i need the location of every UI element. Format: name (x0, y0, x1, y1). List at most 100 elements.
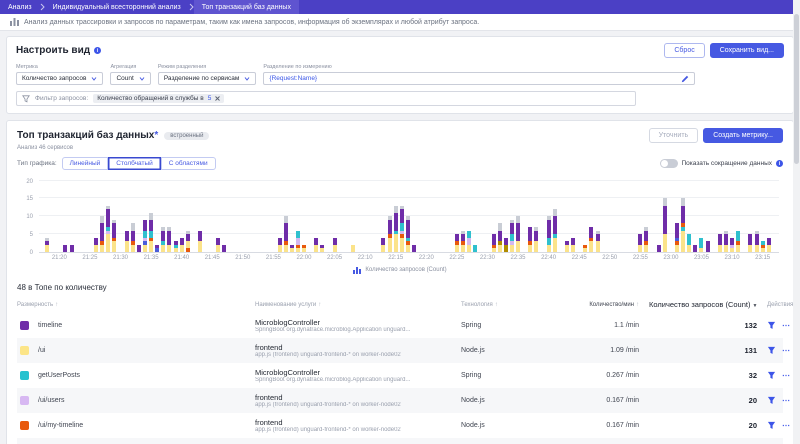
bar-segment (186, 248, 190, 252)
more-actions-icon[interactable]: ⋯ (782, 396, 791, 405)
bar-segment (149, 238, 153, 242)
metric-field: Метрика Количество запросов (16, 64, 103, 85)
bar-segment (106, 231, 110, 235)
bar-segment (388, 220, 392, 234)
bar-segment (547, 238, 551, 245)
bar-segment (473, 245, 477, 252)
bar-segment (333, 238, 337, 245)
gridline (39, 180, 779, 181)
mini-chart-icon (353, 266, 361, 274)
filter-icon[interactable] (767, 321, 776, 330)
dimension-color-swatch (20, 321, 29, 330)
more-actions-icon[interactable]: ⋯ (782, 371, 791, 380)
scrollbar-thumb[interactable] (794, 14, 799, 164)
bar-segment (755, 231, 759, 235)
service-name: MicroblogController (255, 368, 461, 377)
bar-segment (724, 245, 728, 252)
dimension-name: /ui/my-timeline (38, 422, 83, 429)
close-icon[interactable] (215, 96, 220, 101)
aggregation-select[interactable]: Count (110, 72, 150, 85)
chart-type-bar-button[interactable]: Столбчатый (108, 157, 161, 170)
reset-button[interactable]: Сброс (664, 43, 704, 58)
y-tick-label: 5 (30, 232, 33, 238)
chart-type-line-button[interactable]: Линейный (62, 157, 109, 170)
bar-segment (644, 241, 648, 245)
page-scrollbar[interactable] (793, 0, 800, 444)
bar-segment (161, 227, 165, 231)
bar-segment (143, 238, 147, 242)
more-actions-icon[interactable]: ⋯ (782, 321, 791, 330)
table-row[interactable]: /ui frontendapp.js (frontend) unguard-fr… (17, 338, 783, 363)
table-row[interactable]: getUserPosts MicroblogControllerSpringBo… (17, 363, 783, 388)
request-filter-bar[interactable]: Фильтр запросов: Количество обращений в … (16, 91, 636, 106)
metric-select[interactable]: Количество запросов (16, 72, 103, 85)
filter-icon[interactable] (767, 396, 776, 405)
save-view-button[interactable]: Сохранить вид... (710, 43, 784, 58)
col-count[interactable]: Количество запросов (Count)▼ (649, 300, 767, 309)
pencil-icon[interactable] (681, 75, 689, 83)
breadcrumb-item-multidimensional-analysis[interactable]: Индивидуальный всесторонний анализ (45, 0, 189, 14)
filter-icon[interactable] (767, 346, 776, 355)
filter-icon[interactable] (767, 421, 776, 430)
bar-segment (143, 245, 147, 252)
table-row[interactable]: /ui/my-timeline frontendapp.js (frontend… (17, 413, 783, 438)
table-row[interactable]: timeline MicroblogControllerSpringBoot o… (17, 313, 783, 338)
y-tick-label: 15 (26, 196, 33, 202)
bar-segment (528, 245, 532, 252)
bar-segment (687, 234, 691, 245)
info-icon[interactable]: i (776, 160, 783, 167)
bar-segment (571, 238, 575, 245)
split-mode-select[interactable]: Разделение по сервисам (158, 72, 257, 85)
dimension-label: Разделение по измерению (263, 64, 695, 70)
bar-segment (180, 245, 184, 252)
bar-segment (504, 245, 508, 252)
data-reduction-toggle[interactable] (660, 159, 678, 168)
info-icon[interactable]: i (94, 47, 101, 54)
bar-segment (730, 245, 734, 249)
col-rate[interactable]: Количество/мин↑ (549, 302, 649, 308)
more-actions-icon[interactable]: ⋯ (782, 421, 791, 430)
chart-type-area-button[interactable]: С областями (161, 157, 216, 170)
refine-button[interactable]: Уточнить (649, 128, 699, 143)
col-service[interactable]: Наименование услуги↑ (255, 302, 461, 308)
bar-segment (112, 241, 116, 252)
bar-segment (284, 245, 288, 252)
x-axis-legend-text: Количество запросов (Count) (365, 267, 446, 273)
x-tick-label: 23:00 (658, 255, 684, 261)
table-row[interactable]: /ui/users frontendapp.js (frontend) ungu… (17, 388, 783, 413)
breadcrumb-item-analysis[interactable]: Анализ (0, 0, 40, 14)
panel-title: Топ транзакций баз данных (17, 130, 154, 141)
bar-segment (106, 234, 110, 252)
bar-segment (112, 220, 116, 224)
bar-segment (681, 206, 685, 224)
bar-segment (284, 223, 288, 241)
service-detail: app.js (frontend) unguard-frontend-* on … (255, 427, 461, 433)
col-technology[interactable]: Технология↑ (461, 302, 549, 308)
bar-segment (510, 245, 514, 252)
bar-segment (699, 238, 703, 249)
bar-segment (149, 241, 153, 252)
table-row[interactable]: post MicroblogControllerSpringBoot org.d… (17, 438, 783, 444)
breadcrumb-item-top-db-transactions[interactable]: Топ транзакций баз данных (194, 0, 299, 14)
y-tick-label: 10 (26, 214, 33, 220)
bar-segment (675, 245, 679, 252)
bar-segment (761, 245, 765, 249)
create-metric-button[interactable]: Создать метрику... (703, 128, 783, 143)
filter-tag[interactable]: Количество обращений в службы в 5 (93, 94, 224, 103)
bar-segment (278, 245, 282, 252)
info-banner-text: Анализ данных трассировки и запросов по … (24, 19, 479, 26)
chart-plot[interactable] (39, 177, 779, 253)
more-actions-icon[interactable]: ⋯ (782, 346, 791, 355)
dimension-input[interactable]: {Request:Name} (263, 72, 695, 85)
filter-icon[interactable] (767, 371, 776, 380)
bar-segment (388, 238, 392, 252)
bar-segment (45, 238, 49, 242)
bar-segment (406, 238, 410, 242)
bar-segment (394, 231, 398, 235)
col-dimension[interactable]: Размерность↑ (17, 302, 255, 308)
bar-segment (112, 223, 116, 237)
bar-segment (467, 231, 471, 238)
request-count: 20 (649, 396, 767, 405)
bar-segment (528, 227, 532, 241)
dimension-color-swatch (20, 396, 29, 405)
